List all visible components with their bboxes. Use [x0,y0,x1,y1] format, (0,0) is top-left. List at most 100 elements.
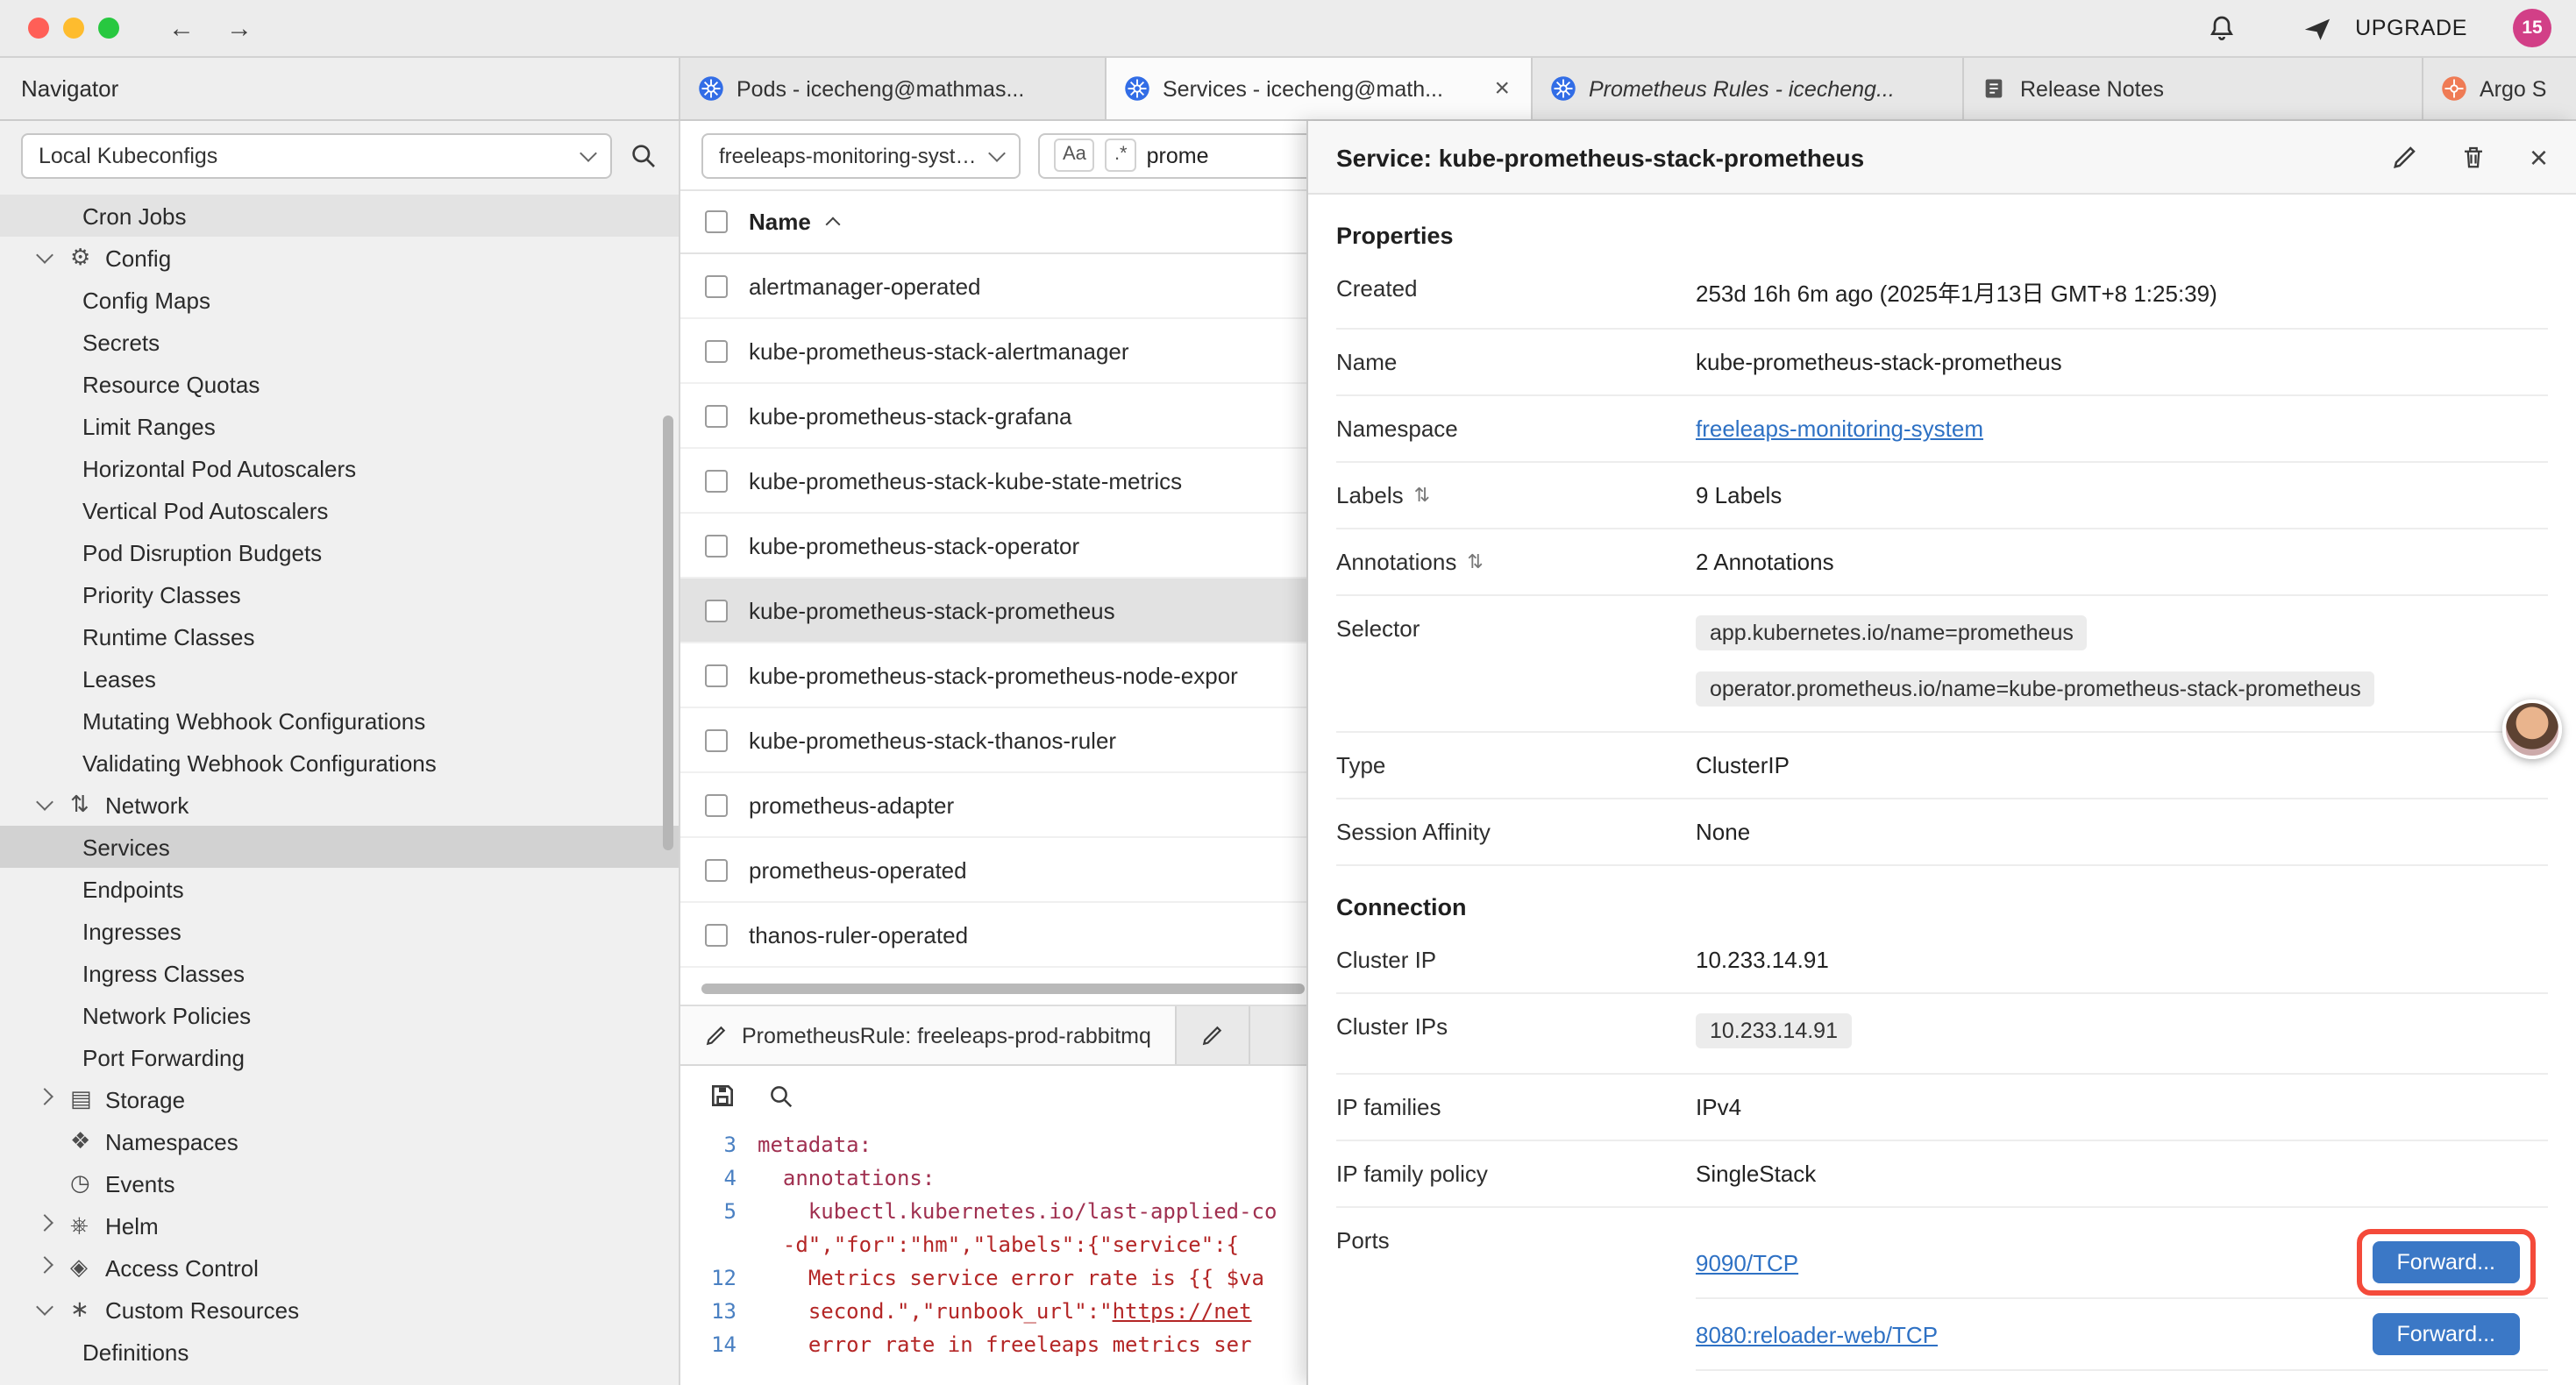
chevron-right-icon[interactable] [39,1096,70,1103]
upgrade-button[interactable]: UPGRADE [2292,13,2467,43]
tab-argo-s[interactable]: Argo S [2423,58,2576,119]
sidebar-item-secrets[interactable]: Secrets [0,321,679,363]
window-controls [28,18,119,39]
sidebar-item-config[interactable]: ⚙Config [0,237,679,279]
dock-tab-prometheusrule-freeleaps-prod-rabbitmq[interactable]: PrometheusRule: freeleaps-prod-rabbitmq [680,1006,1178,1064]
close-icon[interactable]: × [2530,141,2548,173]
sidebar-scrollbar[interactable] [663,416,673,850]
row-checkbox[interactable] [705,664,728,686]
chevron-down-icon[interactable] [39,1306,70,1313]
editor-search-icon[interactable] [768,1083,794,1109]
port-link[interactable]: 8080:reloader-web/TCP [1696,1321,1938,1347]
chevron-down-icon[interactable] [39,801,70,808]
match-case-toggle[interactable]: Aa [1054,139,1095,172]
column-header-name[interactable]: Name [749,209,811,235]
details-drawer: Service: kube-prometheus-stack-prometheu… [1306,121,2576,1385]
tab-pods-icecheng-mathmas[interactable]: Pods - icecheng@mathmas... [680,58,1107,119]
property-row-ip-families: IP familiesIPv4 [1336,1075,2548,1141]
back-button[interactable]: ← [168,13,195,43]
sidebar-item-helm[interactable]: ⎈Helm [0,1204,679,1246]
sidebar-item-vertical-pod-autoscalers[interactable]: Vertical Pod Autoscalers [0,489,679,531]
row-checkbox[interactable] [705,923,728,946]
sidebar-item-limit-ranges[interactable]: Limit Ranges [0,405,679,447]
sort-asc-icon[interactable] [826,217,841,232]
sidebar-item-events[interactable]: ◷Events [0,1162,679,1204]
code-text: metadata: [758,1129,872,1162]
sidebar-item-namespaces[interactable]: ❖Namespaces [0,1120,679,1162]
delete-trash-icon[interactable] [2461,144,2487,170]
sidebar-item-mutating-webhook-configurations[interactable]: Mutating Webhook Configurations [0,700,679,742]
sidebar-item-storage[interactable]: ▤Storage [0,1078,679,1120]
sidebar-item-validating-webhook-configurations[interactable]: Validating Webhook Configurations [0,742,679,784]
save-icon[interactable] [708,1082,737,1110]
sidebar-item-services[interactable]: Services [0,826,679,868]
property-label: Annotations [1336,549,1456,575]
expand-updown-icon[interactable]: ⇅ [1414,484,1430,507]
sidebar-item-definitions[interactable]: Definitions [0,1331,679,1373]
namespace-link[interactable]: freeleaps-monitoring-system [1696,416,1983,442]
tab-release-notes[interactable]: Release Notes [1964,58,2423,119]
row-checkbox[interactable] [705,599,728,621]
chevron-right-icon[interactable] [39,1264,70,1271]
window-minimize-button[interactable] [63,18,84,39]
code-text: error rate in freeleaps metrics ser [758,1329,1252,1362]
row-checkbox[interactable] [705,793,728,816]
row-checkbox[interactable] [705,274,728,297]
sidebar-item-access-control[interactable]: ◈Access Control [0,1246,679,1289]
regex-toggle[interactable]: .* [1106,139,1136,172]
section-heading-connection: Connection [1336,894,2548,920]
sidebar-item-endpoints[interactable]: Endpoints [0,868,679,910]
row-checkbox[interactable] [705,469,728,492]
navigator-sidebar: Local Kubeconfigs Cron Jobs⚙ConfigConfig… [0,121,680,1385]
horizontal-scrollbar[interactable] [701,984,1305,994]
chevron-down-icon[interactable] [39,254,70,261]
row-checkbox[interactable] [705,858,728,881]
row-checkbox[interactable] [705,404,728,427]
namespace-selector[interactable]: freeleaps-monitoring-system [701,132,1021,178]
property-value: 9 Labels [1696,482,2548,508]
sidebar-search-icon[interactable] [630,142,658,170]
kubeconfig-selector[interactable]: Local Kubeconfigs [21,133,612,179]
expand-updown-icon[interactable]: ⇅ [1467,550,1483,573]
account-avatar-badge[interactable]: 15 [2513,9,2551,47]
code-text: kubectl.kubernetes.io/last-applied-co [758,1196,1277,1229]
row-checkbox[interactable] [705,728,728,751]
forward-button[interactable]: Forward... [2372,1241,2520,1283]
sidebar-item-cron-jobs[interactable]: Cron Jobs [0,195,679,237]
sidebar-item-port-forwarding[interactable]: Port Forwarding [0,1036,679,1078]
property-row-ip-family-policy: IP family policySingleStack [1336,1141,2548,1208]
sidebar-item-pod-disruption-budgets[interactable]: Pod Disruption Budgets [0,531,679,573]
property-label: Ports [1336,1227,1390,1254]
sidebar-item-resource-quotas[interactable]: Resource Quotas [0,363,679,405]
select-all-checkbox[interactable] [705,210,728,233]
sidebar-item-leases[interactable]: Leases [0,657,679,700]
forward-button[interactable]: → [226,13,253,43]
tab-prometheus-rules-icecheng[interactable]: Prometheus Rules - icecheng... [1533,58,1964,119]
sidebar-item-horizontal-pod-autoscalers[interactable]: Horizontal Pod Autoscalers [0,447,679,489]
chevron-right-icon[interactable] [39,1222,70,1229]
sidebar-item-config-maps[interactable]: Config Maps [0,279,679,321]
sidebar-item-runtime-classes[interactable]: Runtime Classes [0,615,679,657]
tab-services-icecheng-math[interactable]: Services - icecheng@math...× [1107,58,1533,119]
row-checkbox[interactable] [705,339,728,362]
namespaces-icon: ❖ [70,1127,105,1155]
sidebar-item-network-policies[interactable]: Network Policies [0,994,679,1036]
window-zoom-button[interactable] [98,18,119,39]
edit-pencil-icon[interactable] [2393,144,2419,170]
notifications-bell-icon[interactable] [2208,14,2236,42]
sidebar-item-custom-resources[interactable]: ∗Custom Resources [0,1289,679,1331]
forward-button[interactable]: Forward... [2372,1313,2520,1355]
tab-close-icon[interactable]: × [1491,75,1513,102]
sidebar-item-ingresses[interactable]: Ingresses [0,910,679,952]
window-close-button[interactable] [28,18,49,39]
sidebar-item-network[interactable]: ⇅Network [0,784,679,826]
property-label: Created [1336,275,1418,302]
row-checkbox[interactable] [705,534,728,557]
user-avatar[interactable] [2502,700,2562,759]
sidebar-item-ingress-classes[interactable]: Ingress Classes [0,952,679,994]
port-link[interactable]: 9090/TCP [1696,1249,1798,1275]
sidebar-item-priority-classes[interactable]: Priority Classes [0,573,679,615]
chevron-down-icon [988,144,1006,161]
dock-tab-item[interactable] [1178,1006,1251,1064]
property-row-annotations: Annotations⇅2 Annotations [1336,529,2548,596]
